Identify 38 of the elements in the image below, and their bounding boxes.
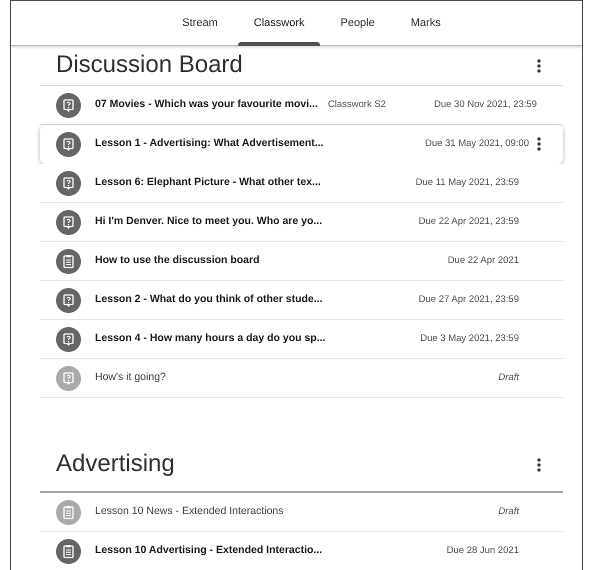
topic-label: Classwork S2: [326, 98, 386, 112]
item-title: Lesson 6: Elephant Picture - What other tex...: [95, 175, 321, 190]
item-title: Hi I'm Denver. Nice to meet you. Who are yo...: [95, 214, 322, 230]
due-date: Due 22 Apr 2021, 23:59: [418, 214, 519, 229]
question-icon: [56, 366, 81, 390]
due-date: Due 22 Apr 2021: [448, 254, 519, 268]
due-date: Due 30 Nov 2021, 23:59: [434, 98, 537, 112]
question-icon: [56, 92, 81, 118]
due-date: Due 31 May 2021, 09:00: [424, 136, 529, 151]
item-title: 07 Movies - Which was your favourite movi...: [95, 97, 318, 112]
item-title: Lesson 10 News - Extended Interactions: [95, 504, 284, 520]
clipboard-icon: [56, 500, 81, 524]
tab[interactable]: Marks: [394, 1, 457, 45]
item-title: Lesson 1 - Advertising: What Advertisement...: [95, 136, 324, 152]
item-title: How's it going?: [95, 370, 166, 386]
tab[interactable]: Stream: [166, 1, 234, 45]
item-title: Lesson 10 Advertising - Extended Interactio...: [95, 543, 322, 558]
tab[interactable]: Classwork: [238, 1, 320, 45]
question-icon: [56, 132, 81, 156]
due-date: Draft: [498, 504, 519, 519]
due-date: Draft: [498, 370, 519, 385]
item-title: Lesson 2 - What do you think of other stude...: [95, 292, 323, 308]
question-icon: [56, 170, 81, 196]
tab[interactable]: People: [324, 1, 391, 45]
question-icon: [56, 288, 81, 312]
question-icon: [56, 326, 81, 352]
due-date: Due 28 Jun 2021: [446, 544, 519, 558]
section-title: Advertising: [56, 450, 175, 479]
due-date: Due 3 May 2021, 23:59: [420, 332, 519, 346]
list-item-row[interactable]: Lesson 1 - Advertising: What Advertisement... Due 31 May 2021, 09:00: [40, 125, 563, 164]
due-date: Due 27 Apr 2021, 23:59: [418, 292, 519, 307]
item-title: Lesson 4 - How many hours a day do you sp...: [95, 331, 326, 346]
due-date: Due 11 May 2021, 23:59: [416, 176, 519, 190]
question-icon: [56, 210, 81, 234]
section-title: Discussion Board: [56, 51, 243, 80]
clipboard-icon: [56, 248, 81, 274]
item-title: How to use the discussion board: [95, 253, 260, 268]
clipboard-icon: [56, 538, 81, 564]
